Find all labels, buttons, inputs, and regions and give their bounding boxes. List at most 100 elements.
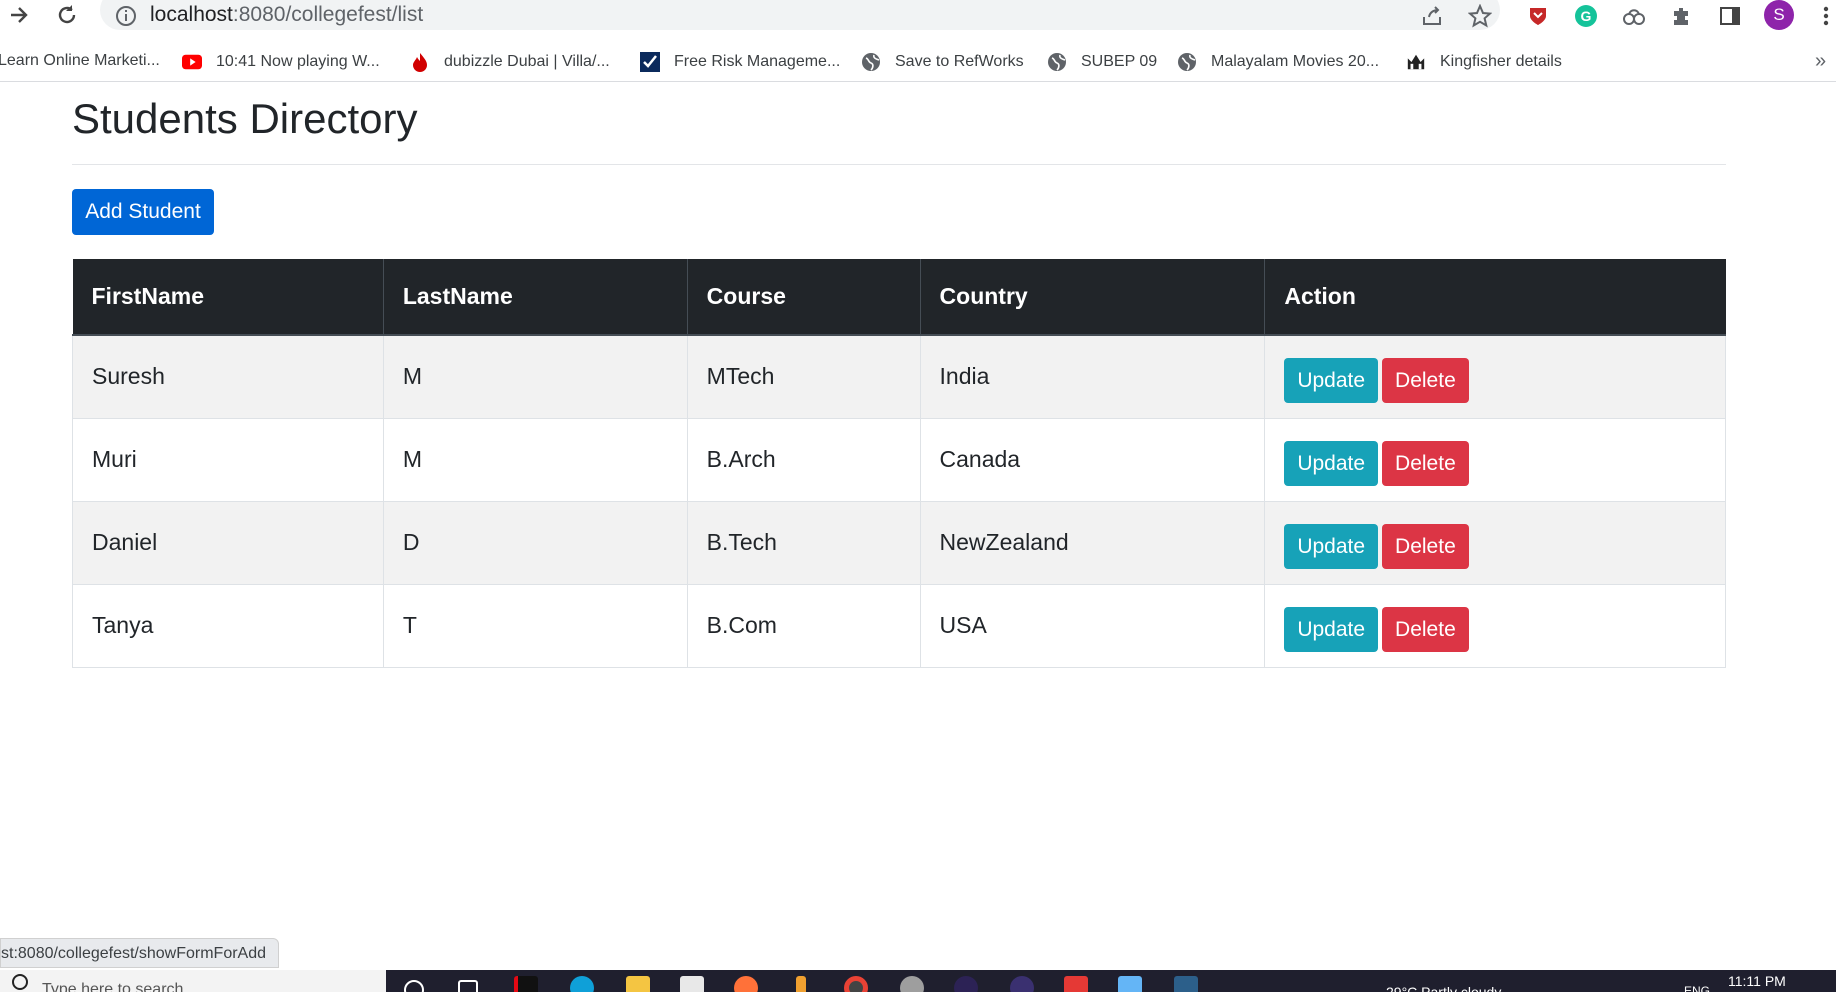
- cell-lastname: T: [382, 583, 688, 668]
- bookmark-item[interactable]: dubizzle Dubai | Villa/...: [410, 52, 610, 72]
- reload-icon[interactable]: [52, 0, 82, 30]
- browser-toolbar: localhost:8080/collegefest/list G S: [0, 0, 1836, 30]
- grammarly-icon[interactable]: G: [1572, 2, 1600, 30]
- menu-dots-icon[interactable]: [1812, 2, 1836, 30]
- column-header-country: Country: [920, 259, 1266, 336]
- globe-icon: [861, 52, 881, 72]
- update-button[interactable]: Update: [1284, 607, 1379, 652]
- bookmark-item[interactable]: Save to RefWorks: [861, 52, 1024, 72]
- delete-button[interactable]: Delete: [1382, 607, 1469, 652]
- file-explorer-icon[interactable]: [626, 976, 650, 992]
- extension-shield-icon[interactable]: [1524, 2, 1552, 30]
- column-header-action: Action: [1264, 259, 1726, 336]
- bookmark-label: 10:41 Now playing W...: [216, 53, 380, 70]
- cell-country: USA: [919, 583, 1266, 668]
- side-panel-icon[interactable]: [1716, 2, 1744, 30]
- table-row: Daniel D B.Tech NewZealand Update Delete: [72, 500, 1726, 585]
- bookmarks-overflow-icon[interactable]: »: [1815, 50, 1826, 73]
- bookmark-star-icon[interactable]: [1466, 2, 1494, 30]
- app-icon[interactable]: [1118, 976, 1142, 992]
- bookmark-label: Learn Online Marketi...: [0, 52, 160, 69]
- task-view-icon[interactable]: [458, 980, 478, 992]
- bookmark-item[interactable]: Kingfisher details: [1406, 52, 1562, 72]
- delete-button[interactable]: Delete: [1382, 524, 1469, 569]
- cortana-icon[interactable]: [404, 980, 424, 992]
- cell-lastname: D: [382, 500, 688, 585]
- table-header-row: FirstName LastName Course Country Action: [72, 259, 1726, 336]
- firefox-icon[interactable]: [734, 976, 758, 992]
- column-header-course: Course: [687, 259, 921, 336]
- home-app-icon[interactable]: [1064, 976, 1088, 992]
- cell-course: B.Arch: [686, 417, 921, 502]
- clock[interactable]: 11:11 PM: [1728, 973, 1786, 989]
- cell-action: Update Delete: [1264, 500, 1726, 585]
- kingfisher-icon: [1406, 52, 1426, 72]
- table-row: Tanya T B.Com USA Update Delete: [72, 583, 1726, 668]
- update-button[interactable]: Update: [1284, 441, 1379, 486]
- cell-firstname: Tanya: [72, 583, 384, 668]
- cell-lastname: M: [382, 334, 688, 419]
- forward-icon[interactable]: [4, 0, 34, 30]
- cell-country: Canada: [919, 417, 1266, 502]
- divider: [72, 164, 1726, 165]
- bookmark-label: Kingfisher details: [1440, 53, 1562, 70]
- netflix-icon[interactable]: [514, 976, 538, 992]
- windows-taskbar: Type here to search 29°C Partly cloudy E…: [0, 970, 1836, 992]
- update-button[interactable]: Update: [1284, 524, 1379, 569]
- bookmark-label: Free Risk Manageme...: [674, 53, 841, 70]
- cell-country: NewZealand: [919, 500, 1266, 585]
- bookmark-item[interactable]: Malayalam Movies 20...: [1177, 52, 1379, 72]
- store-icon[interactable]: [680, 976, 704, 992]
- profile-avatar[interactable]: S: [1764, 0, 1794, 30]
- checkmark-icon: [640, 52, 660, 72]
- share-icon[interactable]: [1418, 2, 1446, 30]
- app-icon[interactable]: [900, 976, 924, 992]
- extensions-puzzle-icon[interactable]: [1668, 2, 1696, 30]
- delete-button[interactable]: Delete: [1382, 441, 1469, 486]
- cell-firstname: Muri: [72, 417, 384, 502]
- bookmark-item[interactable]: 10:41 Now playing W...: [182, 52, 380, 72]
- edge-icon[interactable]: [570, 976, 594, 992]
- table-row: Muri M B.Arch Canada Update Delete: [72, 417, 1726, 502]
- bookmark-label: Malayalam Movies 20...: [1211, 53, 1380, 70]
- pencil-app-icon[interactable]: [796, 976, 806, 992]
- status-bar-url: st:8080/collegefest/showFormForAdd: [0, 938, 280, 968]
- bookmark-item[interactable]: Learn Online Marketi...: [0, 52, 160, 70]
- chrome-icon[interactable]: [844, 976, 868, 992]
- cell-firstname: Suresh: [72, 334, 384, 419]
- bookmark-label: dubizzle Dubai | Villa/...: [444, 53, 610, 70]
- bookmark-item[interactable]: Free Risk Manageme...: [640, 52, 840, 72]
- cell-action: Update Delete: [1264, 334, 1726, 419]
- cell-firstname: Daniel: [72, 500, 384, 585]
- cell-action: Update Delete: [1264, 583, 1726, 668]
- eclipse-icon[interactable]: [1010, 976, 1034, 992]
- delete-button[interactable]: Delete: [1382, 358, 1469, 404]
- globe-icon: [1177, 52, 1197, 72]
- mysql-workbench-icon[interactable]: [1174, 976, 1198, 992]
- cell-country: India: [919, 334, 1266, 419]
- bookmark-label: SUBEP 09: [1081, 53, 1158, 70]
- extension-link-icon[interactable]: [1620, 2, 1648, 30]
- add-student-button[interactable]: Add Student: [72, 189, 214, 235]
- globe-icon: [1047, 52, 1067, 72]
- bookmark-item[interactable]: SUBEP 09: [1047, 52, 1157, 72]
- cell-action: Update Delete: [1264, 417, 1726, 502]
- page-title: Students Directory: [72, 95, 418, 142]
- weather-widget[interactable]: 29°C Partly cloudy: [1386, 984, 1501, 992]
- students-table: FirstName LastName Course Country Action…: [72, 259, 1726, 668]
- cell-lastname: M: [382, 417, 688, 502]
- eclipse-icon[interactable]: [954, 976, 978, 992]
- url-text[interactable]: localhost:8080/collegefest/list: [150, 3, 423, 27]
- update-button[interactable]: Update: [1284, 358, 1379, 404]
- url-path: :8080/collegefest/list: [232, 3, 424, 26]
- taskbar-search-box[interactable]: Type here to search: [0, 970, 386, 992]
- search-placeholder: Type here to search: [42, 981, 184, 992]
- bookmark-label: Save to RefWorks: [895, 53, 1024, 70]
- table-row: Suresh M MTech India Update Delete: [72, 334, 1726, 419]
- dubizzle-icon: [410, 52, 430, 72]
- cell-course: B.Com: [686, 583, 921, 668]
- site-info-icon[interactable]: [112, 2, 140, 30]
- youtube-icon: [182, 52, 202, 72]
- column-header-lastname: LastName: [383, 259, 688, 336]
- language-indicator[interactable]: ENG: [1684, 984, 1710, 992]
